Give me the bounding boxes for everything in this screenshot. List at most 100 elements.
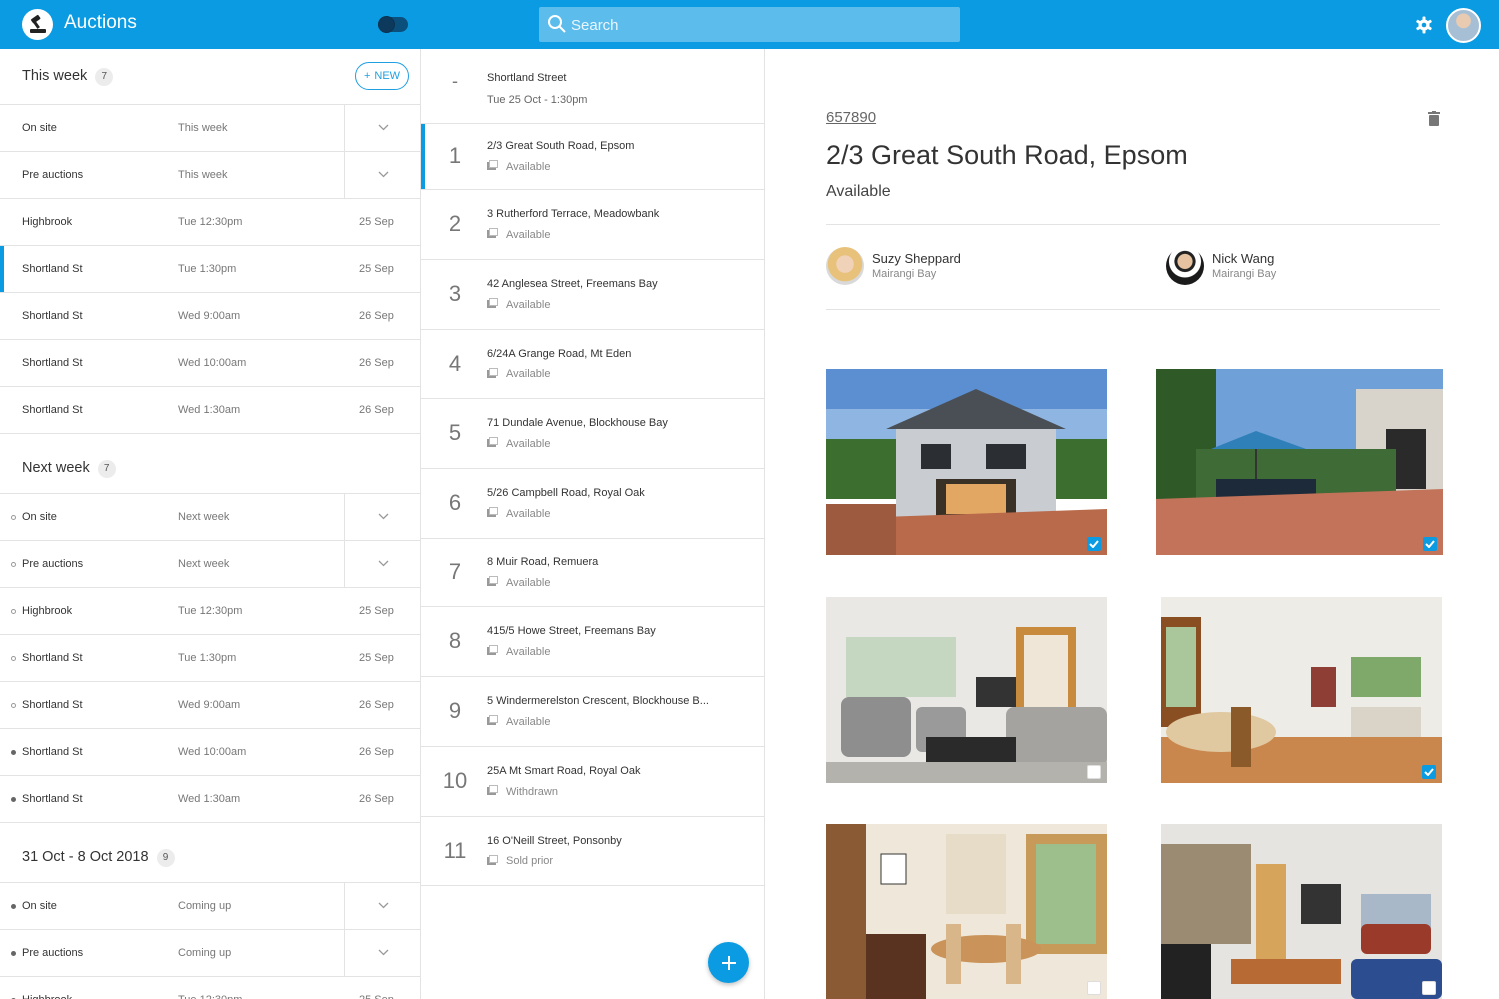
session-date: 25 Sep bbox=[359, 652, 394, 664]
listing-reference-link[interactable]: 657890 bbox=[826, 109, 876, 126]
lot-status: Available bbox=[487, 160, 550, 173]
lot-list-item[interactable]: 10 25A Mt Smart Road, Royal Oak Withdrawn bbox=[421, 747, 764, 817]
session-title: Shortland Street bbox=[487, 72, 567, 84]
session-name: Shortland St bbox=[22, 310, 83, 322]
session-name: Pre auctions bbox=[22, 947, 84, 959]
session-date: 26 Sep bbox=[359, 699, 394, 711]
session-row[interactable]: Shortland St Wed 9:00am 26 Sep bbox=[0, 682, 420, 729]
session-row[interactable]: Highbrook Tue 12:30pm 25 Sep bbox=[0, 588, 420, 635]
session-row[interactable]: Pre auctions Coming up bbox=[0, 930, 420, 977]
property-photo-deck[interactable] bbox=[1156, 369, 1443, 555]
session-row[interactable]: Shortland St Wed 10:00am 26 Sep bbox=[0, 340, 420, 387]
lot-list-item[interactable]: 6 5/26 Campbell Road, Royal Oak Available bbox=[421, 469, 764, 539]
session-row[interactable]: Pre auctions This week bbox=[0, 152, 420, 199]
photo-unselected-checkbox[interactable] bbox=[1422, 981, 1436, 995]
session-row[interactable]: Shortland St Wed 10:00am 26 Sep bbox=[0, 729, 420, 776]
photo-unselected-checkbox[interactable] bbox=[1087, 981, 1101, 995]
trash-icon[interactable] bbox=[1428, 111, 1440, 131]
lot-list-item[interactable]: 9 5 Windermerelston Crescent, Blockhouse … bbox=[421, 677, 764, 747]
chevron-down-icon bbox=[378, 900, 389, 912]
session-datetime: Tue 25 Oct - 1:30pm bbox=[487, 94, 588, 106]
session-time: Wed 9:00am bbox=[178, 310, 241, 322]
search-bar[interactable]: Search bbox=[539, 7, 960, 42]
lot-number: 11 bbox=[443, 837, 467, 863]
expand-dropdown-button[interactable] bbox=[344, 541, 420, 587]
session-row[interactable]: Pre auctions Next week bbox=[0, 541, 420, 588]
photo-selected-checkbox[interactable] bbox=[1422, 765, 1436, 779]
lot-number: 1 bbox=[448, 143, 462, 168]
photo-unselected-checkbox[interactable] bbox=[1087, 765, 1101, 779]
property-photo-dining[interactable] bbox=[826, 824, 1107, 999]
lot-list-item[interactable]: 5 71 Dundale Avenue, Blockhouse Bay Availa… bbox=[421, 399, 764, 469]
session-name: Pre auctions bbox=[22, 558, 84, 570]
photos-icon bbox=[487, 437, 498, 450]
session-row[interactable]: Shortland St Wed 1:30am 26 Sep bbox=[0, 776, 420, 823]
chevron-down-icon bbox=[378, 558, 389, 570]
expand-dropdown-button[interactable] bbox=[344, 883, 420, 929]
new-button-label: NEW bbox=[374, 70, 401, 82]
photo-selected-checkbox[interactable] bbox=[1423, 537, 1437, 551]
session-row[interactable]: On site Coming up bbox=[0, 883, 420, 930]
lot-list-item[interactable]: 11 16 O'Neill Street, Ponsonby Sold prior bbox=[421, 817, 764, 886]
session-row[interactable]: On site This week bbox=[0, 105, 420, 152]
status-dot bbox=[11, 515, 16, 520]
session-date: 25 Sep bbox=[359, 605, 394, 617]
property-photo-living[interactable] bbox=[1161, 824, 1442, 999]
status-dot bbox=[11, 703, 16, 708]
expand-dropdown-button[interactable] bbox=[344, 105, 420, 151]
lot-number: 9 bbox=[448, 698, 462, 723]
plus-icon: + bbox=[363, 70, 371, 82]
lot-address: 5/26 Campbell Road, Royal Oak bbox=[487, 487, 645, 499]
session-name: On site bbox=[22, 511, 57, 523]
photo-selected-checkbox[interactable] bbox=[1087, 537, 1101, 551]
agent-avatar bbox=[826, 247, 864, 285]
lot-list-item[interactable]: 1 2/3 Great South Road, Epsom Available bbox=[421, 124, 764, 190]
lot-status-text: Available bbox=[506, 228, 551, 241]
session-row[interactable]: Shortland St Tue 1:30pm 25 Sep bbox=[0, 246, 420, 293]
user-avatar[interactable] bbox=[1446, 8, 1481, 43]
session-time: This week bbox=[178, 122, 228, 134]
gear-icon[interactable] bbox=[1415, 16, 1433, 39]
property-photo-lounge[interactable] bbox=[826, 597, 1107, 783]
photos-icon bbox=[487, 576, 498, 589]
lot-list-item[interactable]: 8 415/5 Howe Street, Freemans Bay Availabl… bbox=[421, 607, 764, 677]
photos-icon bbox=[487, 160, 498, 173]
session-row[interactable]: Shortland St Tue 1:30pm 25 Sep bbox=[0, 635, 420, 682]
lot-status: Withdrawn bbox=[487, 785, 558, 798]
lot-address: 3 Rutherford Terrace, Meadowbank bbox=[487, 208, 660, 220]
session-row[interactable]: Shortland St Wed 9:00am 26 Sep bbox=[0, 293, 420, 340]
lot-status-text: Available bbox=[506, 368, 551, 380]
status-dot bbox=[11, 951, 16, 956]
property-photo-exterior[interactable] bbox=[826, 369, 1107, 555]
property-photo-kitchen[interactable] bbox=[1161, 597, 1442, 783]
lot-list-item[interactable]: 4 6/24A Grange Road, Mt Eden Available bbox=[421, 330, 764, 399]
session-row[interactable]: Shortland St Wed 1:30am 26 Sep bbox=[0, 387, 420, 434]
expand-dropdown-button[interactable] bbox=[344, 930, 420, 976]
session-row[interactable]: On site Next week bbox=[0, 494, 420, 541]
new-auction-button[interactable]: + NEW bbox=[355, 62, 409, 90]
lot-status-text: Sold prior bbox=[506, 855, 554, 867]
session-date: 26 Sep bbox=[359, 793, 394, 805]
photos-icon bbox=[487, 785, 498, 798]
lot-status: Available bbox=[487, 715, 550, 728]
search-input[interactable]: Search bbox=[571, 17, 619, 34]
session-time: This week bbox=[178, 169, 228, 181]
lot-number: 4 bbox=[448, 350, 462, 376]
photos-icon bbox=[487, 715, 498, 728]
status-dot bbox=[11, 750, 16, 755]
auction-gavel-logo-icon[interactable] bbox=[22, 9, 53, 40]
session-row[interactable]: Highbrook Tue 12:30pm 25 Sep bbox=[0, 977, 420, 999]
search-icon bbox=[547, 14, 567, 39]
view-toggle[interactable] bbox=[378, 16, 408, 33]
expand-dropdown-button[interactable] bbox=[344, 152, 420, 198]
lot-address: 2/3 Great South Road, Epsom bbox=[487, 140, 635, 152]
session-name: Shortland St bbox=[22, 357, 83, 369]
session-row[interactable]: Highbrook Tue 12:30pm 25 Sep bbox=[0, 199, 420, 246]
add-lot-button[interactable] bbox=[708, 942, 749, 983]
expand-dropdown-button[interactable] bbox=[344, 494, 420, 540]
session-time: Coming up bbox=[178, 900, 232, 912]
lot-list-item[interactable]: 7 8 Muir Road, Remuera Available bbox=[421, 539, 764, 607]
lot-list-item[interactable]: 3 42 Anglesea Street, Freemans Bay Availab… bbox=[421, 260, 764, 330]
lot-status-text: Available bbox=[506, 160, 551, 173]
lot-list-item[interactable]: 2 3 Rutherford Terrace, Meadowbank Availab… bbox=[421, 190, 764, 260]
